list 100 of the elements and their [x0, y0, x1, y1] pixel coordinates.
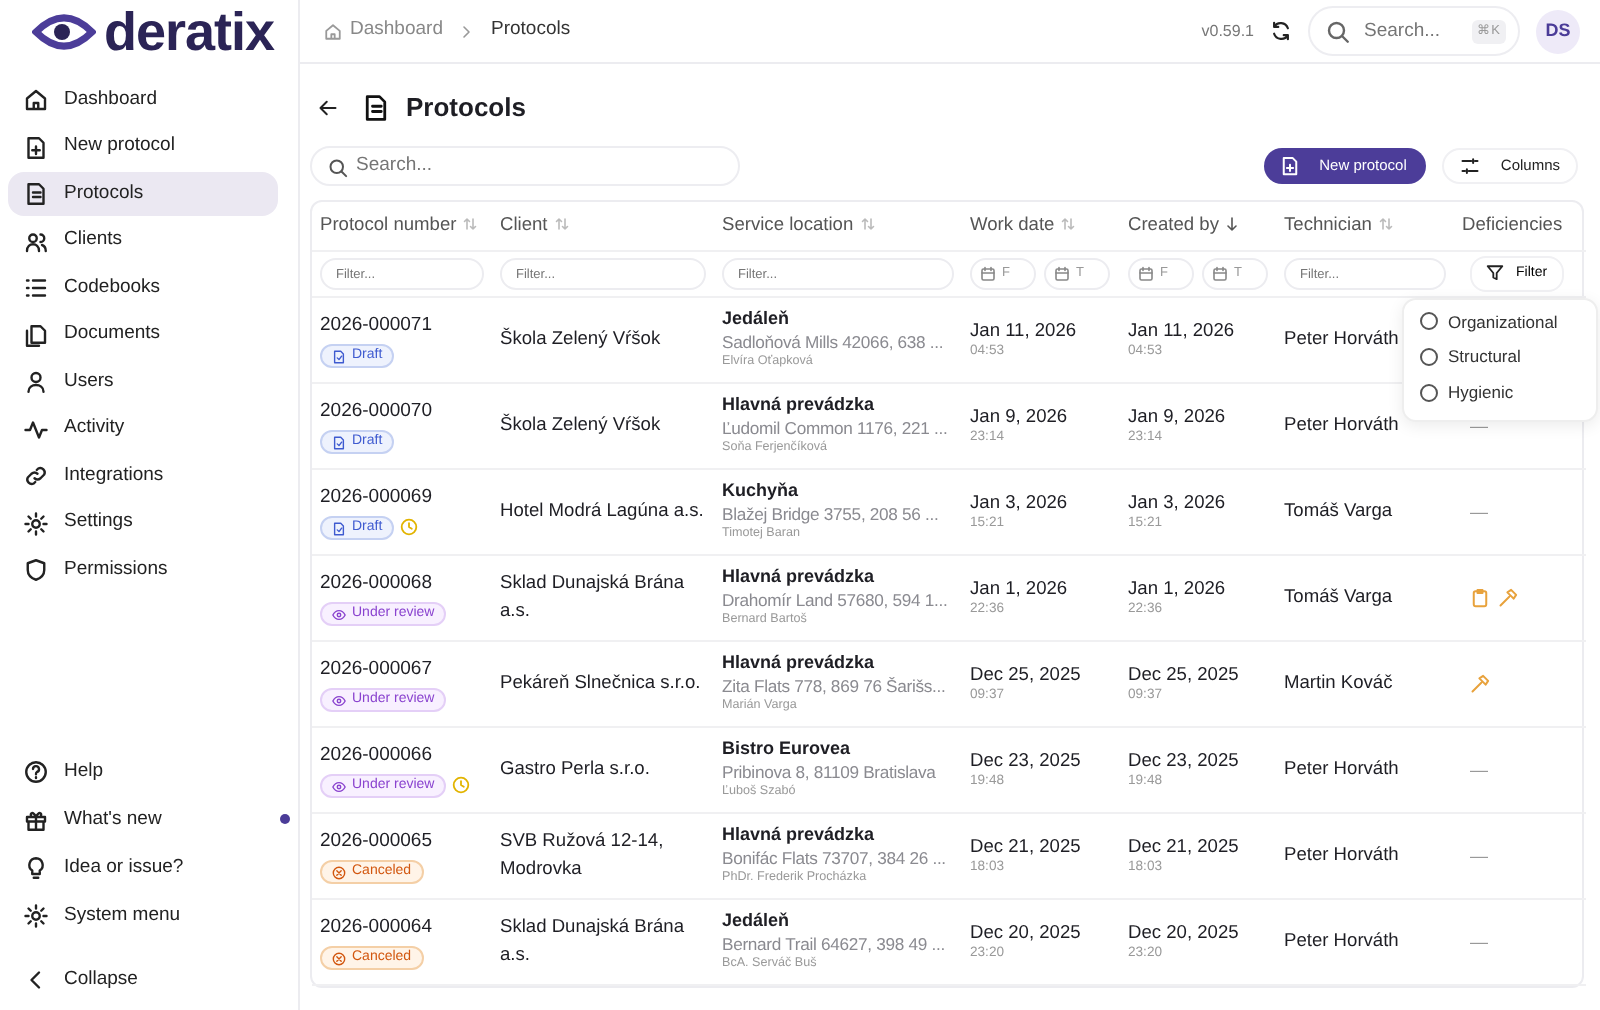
- calendar-icon: [980, 266, 996, 282]
- breadcrumb-link[interactable]: Dashboard: [324, 16, 443, 46]
- document-icon: [332, 521, 346, 536]
- created-date: Dec 25, 2025: [1128, 661, 1241, 686]
- sidebar-item[interactable]: System menu: [8, 894, 278, 938]
- sidebar-item[interactable]: New protocol: [8, 125, 278, 169]
- column-header[interactable]: Service location: [722, 213, 854, 234]
- work-date: Jan 11, 2026: [970, 317, 1079, 342]
- settings-icon: [24, 904, 48, 928]
- client-name: Sklad Dunajská Brána a.s.: [500, 914, 686, 968]
- location-name: Jedáleň: [722, 910, 792, 934]
- location-address: Ľudomil Common 1176, 221 ...: [722, 417, 950, 440]
- filter-option[interactable]: Organizational: [1420, 309, 1596, 335]
- settings-icon: [24, 511, 48, 535]
- location-name: Hlavná prevádzka: [722, 652, 877, 676]
- column-header[interactable]: Client: [500, 213, 548, 234]
- radio-button[interactable]: [1420, 348, 1438, 367]
- sidebar-item[interactable]: Users: [8, 360, 278, 404]
- sidebar-item[interactable]: Help: [8, 750, 278, 794]
- technician-name: Martin Kováč: [1284, 670, 1395, 697]
- back-arrow-icon[interactable]: [318, 95, 338, 120]
- sidebar-item[interactable]: Idea or issue?: [8, 846, 278, 890]
- column-header[interactable]: Technician: [1284, 213, 1372, 234]
- work-date: Dec 23, 2025: [970, 747, 1083, 772]
- location-name: Jedáleň: [722, 308, 792, 332]
- sidebar-item[interactable]: Integrations: [8, 454, 278, 498]
- sidebar-item[interactable]: Permissions: [8, 548, 278, 592]
- location-address: Blažej Bridge 3755, 208 56 ...: [722, 503, 941, 527]
- work-date: Jan 9, 2026: [970, 403, 1070, 428]
- location-name: Kuchyňa: [722, 480, 801, 504]
- empty-dash: —: [1470, 759, 1488, 779]
- filter-option[interactable]: Hygienic: [1420, 380, 1596, 406]
- location-name: Hlavná prevádzka: [722, 566, 877, 590]
- radio-button[interactable]: [1420, 312, 1438, 331]
- technician-name: Tomáš Varga: [1284, 584, 1395, 611]
- home-icon: [24, 88, 48, 112]
- empty-dash: —: [1470, 415, 1488, 435]
- client-name: SVB Ružová 12-14, Modrovka: [500, 828, 666, 882]
- work-date: Dec 20, 2025: [970, 919, 1083, 944]
- client-name: Pekáreň Slnečnica s.r.o.: [500, 670, 703, 697]
- sidebar-item[interactable]: Dashboard: [8, 78, 278, 122]
- location-address: Sadloňová Mills 42066, 638 ...: [722, 331, 946, 354]
- column-header[interactable]: Work date: [970, 213, 1055, 234]
- work-date: Jan 3, 2026: [970, 489, 1070, 514]
- page-title: Protocols: [406, 90, 526, 126]
- lightbulb-icon: [24, 856, 48, 880]
- sidebar-item[interactable]: Documents: [8, 313, 278, 357]
- created-date: Jan 3, 2026: [1128, 489, 1228, 514]
- sidebar-item[interactable]: Codebooks: [8, 266, 278, 310]
- work-date: Dec 25, 2025: [970, 661, 1083, 686]
- logo-text: deratix: [104, 5, 275, 59]
- technician-name: Tomáš Varga: [1284, 498, 1395, 525]
- location-address: Bernard Trail 64627, 398 49 ...: [722, 933, 947, 956]
- documents-icon: [24, 323, 48, 347]
- search-icon: [328, 155, 348, 179]
- client-name: Škola Zelený Vŕšok: [500, 326, 663, 353]
- created-date: Dec 20, 2025: [1128, 919, 1241, 944]
- logo-icon: [32, 10, 96, 54]
- location-name: Bistro Eurovea: [722, 738, 853, 762]
- calendar-icon: [1212, 266, 1228, 282]
- empty-dash: —: [1470, 931, 1488, 951]
- file-plus-icon: [24, 135, 48, 159]
- column-header[interactable]: Protocol number: [320, 213, 457, 234]
- sidebar-item[interactable]: Activity: [8, 407, 278, 451]
- user-avatar[interactable]: DS: [1536, 9, 1580, 53]
- protocol-number: 2026-000066: [320, 741, 434, 770]
- refresh-icon[interactable]: [1270, 20, 1292, 42]
- sidebar-item[interactable]: What's new: [8, 798, 278, 842]
- document-icon: [332, 349, 346, 364]
- activity-icon: [24, 417, 48, 441]
- sidebar-item[interactable]: Protocols: [8, 172, 278, 216]
- created-date: Jan 11, 2026: [1128, 317, 1237, 342]
- user-icon: [24, 370, 48, 394]
- protocol-number: 2026-000070: [320, 397, 434, 426]
- work-date: Dec 21, 2025: [970, 833, 1083, 858]
- created-date: Jan 9, 2026: [1128, 403, 1228, 428]
- location-address: Drahomír Land 57680, 594 1...: [722, 589, 950, 612]
- client-name: Sklad Dunajská Brána a.s.: [500, 570, 686, 624]
- shield-icon: [24, 558, 48, 582]
- client-name: Gastro Perla s.r.o.: [500, 756, 652, 783]
- radio-button[interactable]: [1420, 383, 1438, 402]
- column-header[interactable]: Created by: [1128, 213, 1219, 234]
- location-name: Hlavná prevádzka: [722, 824, 877, 848]
- client-name: Škola Zelený Vŕšok: [500, 412, 663, 439]
- search-field[interactable]: Search...: [310, 145, 740, 185]
- search-icon: [1326, 20, 1350, 44]
- sidebar-item[interactable]: Clients: [8, 219, 278, 263]
- filter-option[interactable]: Structural: [1420, 344, 1596, 370]
- protocol-number: 2026-000065: [320, 827, 434, 856]
- sidebar-item[interactable]: Collapse: [8, 958, 278, 1002]
- file-plus-icon: [1279, 155, 1300, 175]
- document-icon: [362, 93, 390, 122]
- home-icon: [324, 19, 342, 43]
- calendar-icon: [1138, 266, 1154, 282]
- cancel-icon: [332, 951, 346, 966]
- eye-icon: [332, 779, 346, 794]
- technician-name: Peter Horváth: [1284, 928, 1401, 955]
- sidebar-item[interactable]: Settings: [8, 501, 278, 545]
- sort-descending-icon[interactable]: [1224, 212, 1241, 237]
- column-header[interactable]: Deficiencies: [1462, 213, 1563, 234]
